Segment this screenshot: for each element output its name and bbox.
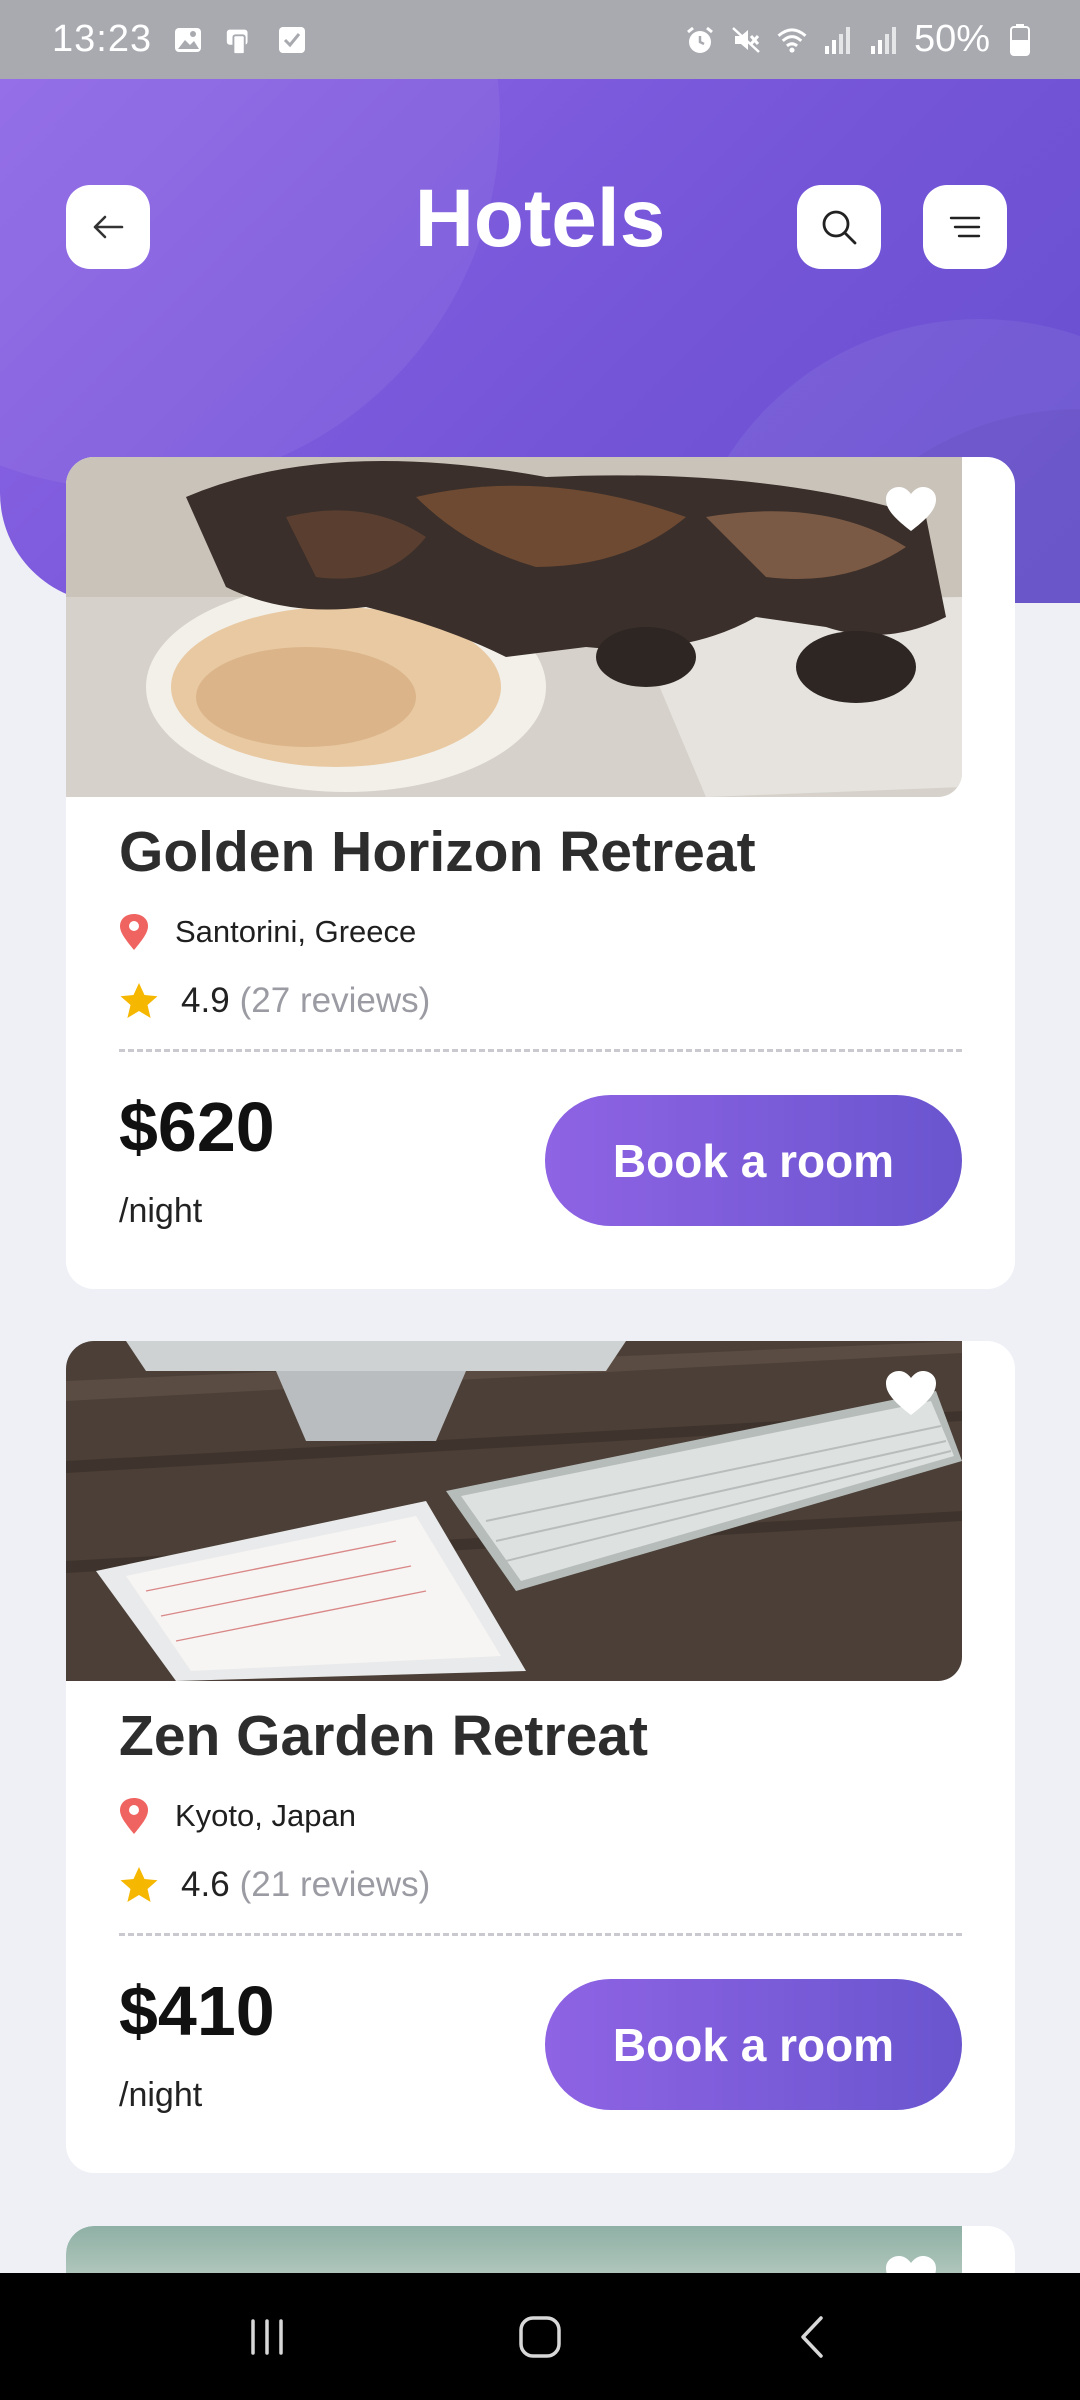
- location-pin-icon: [120, 914, 148, 950]
- hotel-location-text: Kyoto, Japan: [175, 1798, 356, 1833]
- signal-icon: [868, 24, 900, 56]
- recent-apps-icon: [250, 2318, 283, 2355]
- rating-value: 4.9: [181, 981, 230, 1020]
- status-bar: 13:23 50%: [0, 0, 1080, 79]
- review-count: (21 reviews): [239, 1865, 431, 1904]
- hotel-location-text: Santorini, Greece: [175, 914, 417, 949]
- price-unit: /night: [119, 2076, 203, 2114]
- divider: [119, 1049, 962, 1052]
- book-room-button[interactable]: Book a room: [545, 1095, 962, 1226]
- signal-icon: [822, 24, 854, 56]
- checkbox-icon: [276, 24, 308, 56]
- page-title: Hotels: [414, 173, 666, 264]
- image-icon: [172, 24, 204, 56]
- hotel-name: Golden Horizon Retreat: [119, 820, 756, 884]
- mute-icon: [730, 24, 762, 56]
- heart-icon[interactable]: [886, 487, 936, 533]
- menu-icon: [949, 216, 981, 238]
- status-time: 13:23: [52, 18, 153, 60]
- hotel-photo-desk: [66, 1341, 962, 1681]
- hotel-image[interactable]: [66, 457, 962, 797]
- hotel-card[interactable]: Zen Garden Retreat Kyoto, Japan 4.6 (21 …: [66, 1341, 1015, 2173]
- hotel-location: Kyoto, Japan: [119, 1797, 356, 1835]
- star-icon: [120, 983, 158, 1018]
- search-icon: [822, 210, 857, 245]
- status-left: 13:23: [52, 18, 308, 61]
- heart-icon[interactable]: [886, 1371, 936, 1417]
- menu-button[interactable]: [923, 185, 1007, 269]
- sim-card-icon: [224, 24, 256, 56]
- hotel-price: $620: [119, 1088, 275, 1166]
- search-button[interactable]: [797, 185, 881, 269]
- back-icon: [801, 2315, 824, 2358]
- battery-percent: 50%: [913, 18, 990, 60]
- price-unit: /night: [119, 1192, 203, 1230]
- hotel-image[interactable]: [66, 1341, 962, 1681]
- hotel-photo-kitten: [66, 457, 962, 797]
- home-icon: [519, 2315, 561, 2358]
- hotel-rating: 4.6 (21 reviews): [119, 1865, 430, 1905]
- hotel-price: $410: [119, 1972, 275, 2050]
- alarm-icon: [684, 24, 716, 56]
- status-right: 50%: [684, 18, 1036, 61]
- back-nav-button[interactable]: [773, 2297, 853, 2377]
- recent-apps-button[interactable]: [227, 2297, 307, 2377]
- hotel-rating: 4.9 (27 reviews): [119, 981, 430, 1021]
- rating-value: 4.6: [181, 1865, 230, 1904]
- book-room-button[interactable]: Book a room: [545, 1979, 962, 2110]
- star-icon: [120, 1867, 158, 1902]
- hotel-card[interactable]: Golden Horizon Retreat Santorini, Greece…: [66, 457, 1015, 1289]
- battery-icon: [1004, 23, 1036, 56]
- hotel-location: Santorini, Greece: [119, 913, 416, 951]
- hotel-name: Zen Garden Retreat: [119, 1704, 648, 1768]
- system-nav-bar: [0, 2273, 1080, 2400]
- divider: [119, 1933, 962, 1936]
- wifi-icon: [776, 24, 808, 56]
- home-button[interactable]: [500, 2297, 580, 2377]
- location-pin-icon: [120, 1798, 148, 1834]
- review-count: (27 reviews): [239, 981, 431, 1020]
